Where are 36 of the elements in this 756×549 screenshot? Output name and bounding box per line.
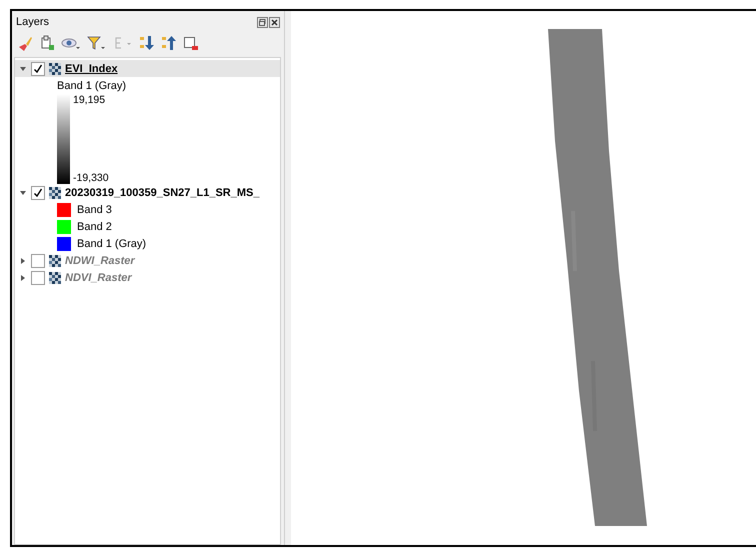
layer-checkbox[interactable] <box>31 62 45 76</box>
collapse-all-icon[interactable] <box>161 35 177 51</box>
legend-label: Band 3 <box>77 204 112 216</box>
add-group-icon[interactable] <box>39 35 55 51</box>
layer-name[interactable]: 20230319_100359_SN27_L1_SR_MS_ <box>65 186 260 198</box>
collapse-arrow-icon[interactable] <box>19 188 27 196</box>
layer-row[interactable]: NDWI_Raster <box>15 252 280 269</box>
layer-name[interactable]: NDWI_Raster <box>65 254 135 266</box>
expand-arrow-icon[interactable] <box>19 274 27 282</box>
layer-row[interactable]: EVI_Index <box>15 60 280 77</box>
raster-layer-icon <box>49 186 61 198</box>
legend-label: Band 1 (Gray) <box>57 80 126 92</box>
layer-row[interactable]: NDVI_Raster <box>15 269 280 286</box>
layer-name[interactable]: NDVI_Raster <box>65 272 132 284</box>
layer-row[interactable]: 20230319_100359_SN27_L1_SR_MS_ <box>15 184 280 201</box>
filter-icon[interactable] <box>87 35 107 51</box>
raster-layer-icon <box>49 272 61 284</box>
legend-label: Band 1 (Gray) <box>77 238 146 250</box>
remove-layer-icon[interactable] <box>183 35 199 51</box>
layer-checkbox[interactable] <box>31 254 45 268</box>
style-brush-icon[interactable] <box>17 35 33 51</box>
expression-icon <box>113 35 133 51</box>
legend-label: Band 2 <box>77 220 112 232</box>
expand-all-icon[interactable] <box>139 35 155 51</box>
float-panel-icon[interactable] <box>257 16 268 28</box>
layer-checkbox[interactable] <box>31 270 45 284</box>
layer-checkbox[interactable] <box>31 186 45 200</box>
raster-layer-icon <box>49 62 61 74</box>
raster-layer-icon <box>49 254 61 266</box>
ramp-min-label: -19,330 <box>73 172 109 184</box>
collapse-arrow-icon[interactable] <box>19 64 27 72</box>
ramp-max-label: 19,195 <box>73 94 106 106</box>
panel-title: Layers <box>16 16 50 28</box>
layer-name[interactable]: EVI_Index <box>65 62 118 74</box>
expand-arrow-icon[interactable] <box>19 256 27 264</box>
close-icon[interactable] <box>269 16 280 28</box>
